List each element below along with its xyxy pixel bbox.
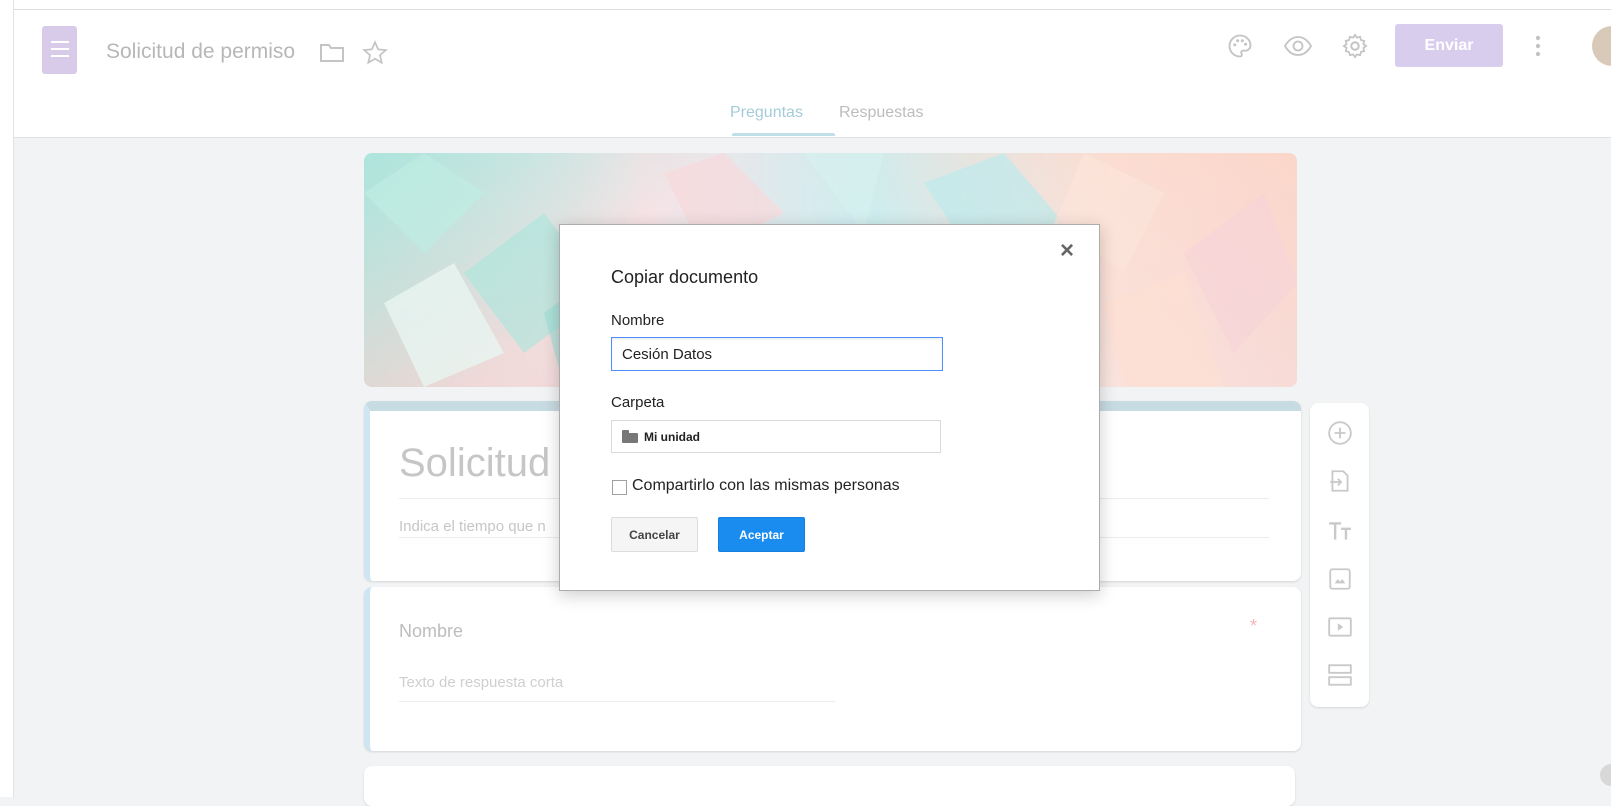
window-left-edge xyxy=(0,0,14,797)
forms-logo-icon[interactable] xyxy=(42,26,77,74)
star-icon[interactable] xyxy=(362,40,388,66)
add-video-icon[interactable] xyxy=(1327,614,1353,640)
help-button[interactable] xyxy=(1600,764,1611,786)
add-section-icon[interactable] xyxy=(1327,662,1353,688)
form-side-toolbar xyxy=(1310,403,1369,707)
document-title[interactable]: Solicitud de permiso xyxy=(106,40,295,64)
accept-button[interactable]: Aceptar xyxy=(718,517,805,552)
folder-icon[interactable] xyxy=(319,42,345,64)
copy-document-dialog: × Copiar documento Nombre Carpeta Mi uni… xyxy=(559,224,1100,591)
form-title[interactable]: Solicitud d xyxy=(399,441,584,486)
next-question-card[interactable] xyxy=(364,766,1295,806)
form-description[interactable]: Indica el tiempo que n xyxy=(399,518,546,535)
import-questions-icon[interactable] xyxy=(1327,468,1353,494)
answer-underline xyxy=(399,701,835,702)
add-question-icon[interactable] xyxy=(1327,420,1353,446)
avatar[interactable] xyxy=(1592,26,1611,66)
dialog-title: Copiar documento xyxy=(611,267,759,287)
window-top-border xyxy=(0,0,1611,10)
send-button[interactable]: Enviar xyxy=(1395,24,1503,67)
name-input[interactable] xyxy=(611,337,943,371)
name-label: Nombre xyxy=(611,312,665,329)
share-checkbox-label[interactable]: Compartirlo con las mismas personas xyxy=(632,477,900,495)
active-tab-indicator xyxy=(732,133,835,136)
question-card[interactable]: Nombre * Texto de respuesta corta xyxy=(364,587,1301,751)
tab-preguntas[interactable]: Preguntas xyxy=(730,104,803,122)
cancel-button[interactable]: Cancelar xyxy=(611,517,698,552)
settings-gear-icon[interactable] xyxy=(1341,32,1369,60)
share-checkbox[interactable] xyxy=(612,480,627,495)
required-marker: * xyxy=(1250,616,1258,636)
add-title-icon[interactable] xyxy=(1327,518,1353,544)
folder-name: Mi unidad xyxy=(644,430,700,444)
short-answer-placeholder: Texto de respuesta corta xyxy=(399,674,564,691)
folder-label: Carpeta xyxy=(611,394,665,411)
folder-picker[interactable]: Mi unidad xyxy=(611,420,941,453)
app-header: Solicitud de permiso Enviar Preguntas Re… xyxy=(14,10,1611,138)
preview-eye-icon[interactable] xyxy=(1283,34,1313,58)
more-vert-icon[interactable] xyxy=(1534,34,1542,58)
folder-icon xyxy=(622,430,638,443)
tab-respuestas[interactable]: Respuestas xyxy=(839,104,924,122)
palette-icon[interactable] xyxy=(1226,32,1254,60)
add-image-icon[interactable] xyxy=(1327,566,1353,592)
close-icon[interactable]: × xyxy=(1060,237,1074,265)
question-title[interactable]: Nombre xyxy=(399,621,463,642)
